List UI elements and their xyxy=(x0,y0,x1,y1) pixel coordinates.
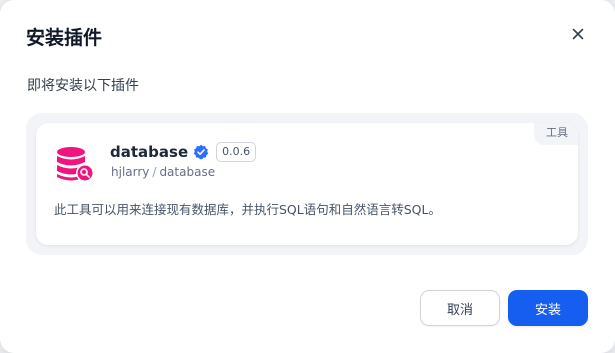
cancel-button[interactable]: 取消 xyxy=(420,290,500,326)
plugin-author: hjlarry xyxy=(111,165,150,179)
path-separator: / xyxy=(152,165,157,179)
plugin-name-row: database 0.0.6 xyxy=(110,140,257,164)
version-badge: 0.0.6 xyxy=(216,142,257,162)
plugin-name: database xyxy=(110,143,189,161)
plugin-slug: database xyxy=(159,165,216,179)
plugin-org-path: hjlarry / database xyxy=(111,165,215,179)
plugin-description: 此工具可以用来连接现有数据库，并执行SQL语句和自然语言转SQL。 xyxy=(54,202,441,217)
install-button[interactable]: 安装 xyxy=(508,290,588,326)
database-search-icon xyxy=(54,143,98,187)
close-icon[interactable] xyxy=(569,25,587,43)
plugin-card: 工具 database 0.0.6 hjlarry / database 此工具… xyxy=(36,123,578,245)
verified-badge-icon xyxy=(193,144,209,160)
install-plugin-dialog: 安装插件 即将安装以下插件 工具 database 0.0.6 hjlarry … xyxy=(0,0,615,353)
dialog-subtitle: 即将安装以下插件 xyxy=(27,78,139,94)
category-tag: 工具 xyxy=(534,123,578,145)
plugin-list: 工具 database 0.0.6 hjlarry / database 此工具… xyxy=(26,113,588,255)
dialog-title: 安装插件 xyxy=(26,27,103,49)
